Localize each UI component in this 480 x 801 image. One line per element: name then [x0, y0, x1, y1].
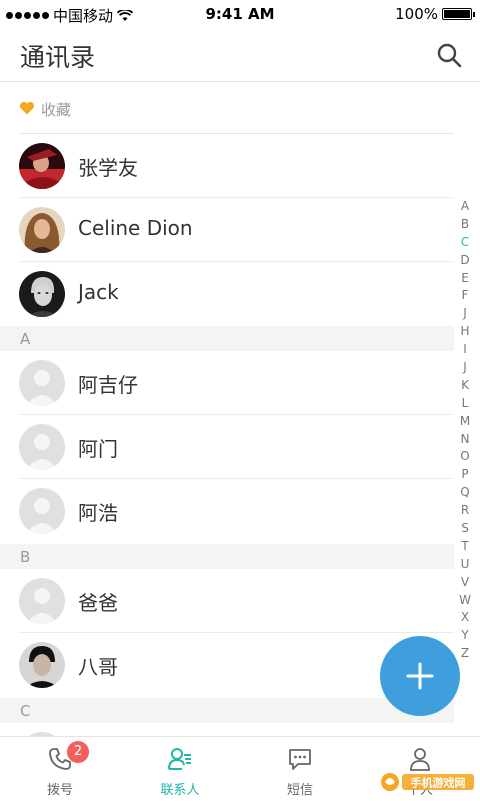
index-letter[interactable]: W [459, 592, 471, 610]
index-letter[interactable]: P [461, 466, 468, 484]
plus-icon [406, 662, 434, 690]
contact-avatar [19, 207, 65, 253]
index-letter[interactable]: C [461, 234, 469, 252]
index-letter[interactable]: H [460, 323, 469, 341]
contact-avatar [19, 642, 65, 688]
contact-row[interactable]: Jack [0, 262, 454, 326]
contact-avatar [19, 271, 65, 317]
heart-icon [19, 101, 35, 115]
index-letter[interactable]: V [461, 574, 469, 592]
index-letter[interactable]: D [460, 252, 469, 270]
contact-row[interactable]: Celine Dion [0, 198, 454, 262]
contact-name: 八哥 [78, 655, 118, 679]
index-letter[interactable]: B [461, 216, 469, 234]
tab-label: 拨号 [46, 783, 73, 798]
section-header: C [0, 698, 454, 723]
search-icon[interactable] [436, 42, 462, 68]
tab-dial[interactable]: 2 拨号 [0, 737, 120, 801]
contact-avatar [19, 143, 65, 189]
index-letter[interactable]: A [461, 198, 469, 216]
index-letter[interactable]: U [461, 556, 470, 574]
index-letter[interactable]: N [461, 431, 470, 449]
index-letter[interactable]: S [461, 520, 469, 538]
index-letter[interactable]: Y [461, 627, 468, 645]
contact-row[interactable]: 阿门 [0, 415, 454, 479]
message-icon [289, 749, 311, 770]
index-letter[interactable]: E [461, 270, 469, 288]
profile-icon [410, 748, 430, 771]
default-avatar-icon [19, 488, 65, 534]
contact-name: 阿吉仔 [78, 373, 138, 397]
index-letter[interactable]: X [461, 609, 469, 627]
section-letter: B [20, 548, 31, 566]
header: 通讯录 [0, 28, 480, 82]
battery-icon [442, 8, 475, 20]
index-letter[interactable]: Z [461, 645, 469, 663]
contact-name: Jack [78, 280, 119, 304]
default-avatar-icon [19, 578, 65, 624]
contact-name: 阿门 [78, 437, 118, 461]
tab-contacts[interactable]: 联系人 [120, 737, 240, 801]
page-title: 通讯录 [20, 43, 96, 72]
watermark-logo: 手机游戏网 [381, 773, 474, 791]
index-letter[interactable]: T [461, 538, 468, 556]
section-header: A [0, 326, 454, 351]
tab-label: 联系人 [160, 783, 200, 798]
index-letter[interactable]: M [460, 413, 470, 431]
contact-row[interactable]: 阿浩 [0, 479, 454, 543]
contact-row[interactable]: 张学友 [0, 134, 454, 198]
tab-label: 短信 [286, 783, 313, 798]
battery-group: 100% [395, 5, 475, 23]
contact-row[interactable] [0, 723, 454, 736]
index-letter[interactable]: O [460, 448, 469, 466]
add-contact-button[interactable] [380, 636, 460, 716]
contact-row[interactable]: 爸爸 [0, 569, 454, 633]
contact-row[interactable]: 阿吉仔 [0, 351, 454, 415]
favorites-header: 收藏 [0, 82, 454, 134]
index-letter[interactable]: I [463, 341, 467, 359]
contact-name: 阿浩 [78, 501, 118, 525]
tab-messages[interactable]: 短信 [240, 737, 360, 801]
default-avatar-icon [19, 360, 65, 406]
status-bar: 中国移动 9:41 AM 100% [0, 0, 480, 28]
contacts-icon [168, 748, 191, 770]
default-avatar-icon [19, 424, 65, 470]
index-letter[interactable]: J [463, 305, 467, 323]
alphabet-index[interactable]: ABCDEFJHIJKLMNOPQRSTUVWXYZ [458, 198, 472, 663]
index-letter[interactable]: K [461, 377, 469, 395]
index-letter[interactable]: J [463, 359, 467, 377]
index-letter[interactable]: Q [460, 484, 469, 502]
battery-percent: 100% [395, 5, 438, 23]
missed-call-badge: 2 [67, 741, 89, 763]
index-letter[interactable]: R [461, 502, 469, 520]
index-letter[interactable]: F [462, 287, 469, 305]
contact-name: 爸爸 [78, 591, 118, 615]
contact-name: Celine Dion [78, 216, 193, 240]
section-letter: C [20, 702, 31, 720]
favorites-label: 收藏 [41, 101, 72, 119]
watermark-text: 手机游戏网 [411, 776, 466, 790]
contact-name: 张学友 [78, 156, 138, 180]
section-header: B [0, 544, 454, 569]
section-letter: A [20, 330, 31, 348]
index-letter[interactable]: L [462, 395, 469, 413]
